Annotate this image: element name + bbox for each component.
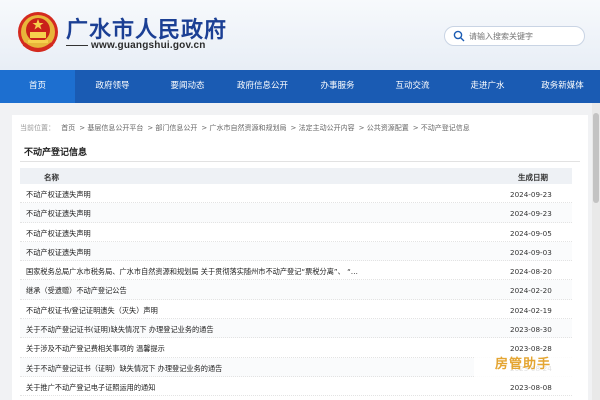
row-date: 2024-02-19 [510,305,552,315]
scrollbar-thumb[interactable] [593,113,599,203]
table-row: 关于推广不动产登记电子证照运用的通知 2023-08-08 [20,377,572,397]
row-title-link[interactable]: 不动产权证遗失声明 [26,190,446,200]
row-title-link[interactable]: 关于不动产登记证书(证明)缺失情况下 办理登记业务的通告 [26,325,446,335]
nav-item[interactable]: 政府领导 [75,70,150,103]
row-date: 2024-09-23 [510,190,552,199]
section-divider [20,161,580,162]
row-title-link[interactable]: 不动产权证遗失声明 [26,229,446,239]
breadcrumb-label: 当前位置： [20,124,55,132]
table-row: 不动产权证遗失声明 2024-09-23 [20,203,572,223]
breadcrumb-item[interactable]: > 公共资源配置 [359,124,409,132]
row-date: 2024-09-03 [510,247,552,257]
breadcrumb-item[interactable]: > 广水市自然资源和规划局 [201,124,286,132]
table-row: 关于不动产登记证书(证明)缺失情况下 办理登记业务的通告 2023-08-30 [20,319,572,339]
table-row: 国家税务总局广水市税务局、广水市自然资源和规划局 关于贯彻落实随州市不动产登记“… [20,261,572,281]
search-input[interactable] [469,29,579,44]
column-header-date: 生成日期 [518,173,548,182]
watermark: 房管助手 [474,352,572,378]
table-header: 名称 生成日期 [20,168,572,184]
nav-item[interactable]: 办事服务 [300,70,375,103]
row-date: 2024-02-20 [510,286,552,296]
breadcrumb-item[interactable]: 首页 [61,124,75,132]
scrollbar[interactable] [592,103,600,400]
section-title: 不动产登记信息 [24,148,88,158]
row-date: 2024-08-20 [510,267,552,277]
row-title-link[interactable]: 关于不动产登记证书（证明）缺失情况下 办理登记业务的通告 [26,364,446,374]
row-title-link[interactable]: 不动产权证遗失声明 [26,248,446,258]
breadcrumb-item[interactable]: > 不动产登记信息 [413,124,470,132]
search-box[interactable] [444,26,585,46]
breadcrumb-item[interactable]: > 基层信息公开平台 [79,124,143,132]
row-title-link[interactable]: 关于推广不动产登记电子证照运用的通知 [26,383,446,393]
nav-item[interactable]: 首页 [0,70,75,103]
row-title-link[interactable]: 不动产权证遗失声明 [26,209,446,219]
table-row: 不动产权证遗失声明 2024-09-03 [20,241,572,262]
row-date: 2023-08-08 [510,382,552,392]
row-date: 2023-08-30 [510,325,552,335]
national-emblem-icon [18,12,58,52]
row-title-link[interactable]: 关于涉及不动产登记费相关事项的 温馨提示 [26,344,446,354]
breadcrumb-item[interactable]: > 部门信息公开 [147,124,197,132]
row-title-link[interactable]: 继承（受遗赠）不动产登记公告 [26,286,446,296]
search-icon[interactable] [453,30,465,42]
table-row: 不动产权证遗失声明 2024-09-23 [20,184,572,204]
site-header: 广水市人民政府 www.guangshui.gov.cn [0,0,600,70]
breadcrumb-item[interactable]: > 法定主动公开内容 [291,124,355,132]
table-row: 继承（受遗赠）不动产登记公告 2024-02-20 [20,280,572,300]
breadcrumb: 当前位置： 首页 > 基层信息公开平台 > 部门信息公开 > 广水市自然资源和规划局 >… [20,123,474,133]
row-title-link[interactable]: 不动产权证书/登记证明遗失（灭失）声明 [26,306,446,316]
row-date: 2024-09-05 [510,228,552,238]
table-row: 不动产权证遗失声明 2024-09-05 [20,223,572,242]
row-title-link[interactable]: 国家税务总局广水市税务局、广水市自然资源和规划局 关于贯彻落实随州市不动产登记“… [26,267,446,277]
nav-item[interactable]: 互动交流 [375,70,450,103]
table-row: 不动产权证书/登记证明遗失（灭失）声明 2024-02-19 [20,300,572,320]
nav-item[interactable]: 要闻动态 [150,70,225,103]
row-date: 2024-09-23 [510,209,552,219]
nav-item[interactable]: 走进广水 [450,70,525,103]
nav-item[interactable]: 政府信息公开 [225,70,300,103]
main-nav: 首页 政府领导 要闻动态 政府信息公开 办事服务 互动交流 走进广水 政务新媒体 [0,70,600,103]
column-header-name: 名称 [44,173,59,182]
site-url: www.guangshui.gov.cn [66,40,206,51]
nav-item[interactable]: 政务新媒体 [525,70,600,103]
